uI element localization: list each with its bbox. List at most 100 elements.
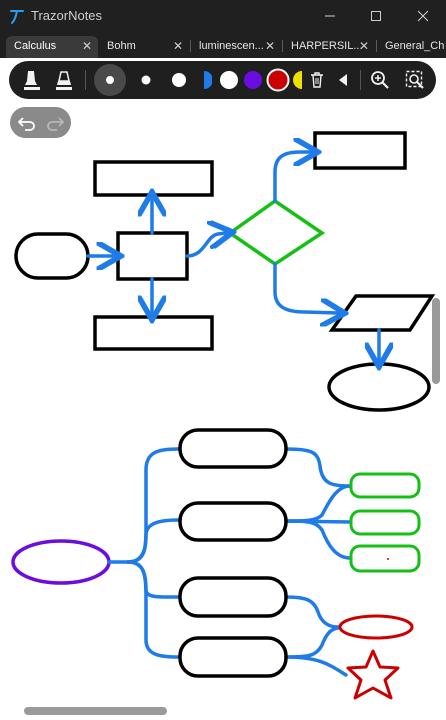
highlighter-icon xyxy=(56,71,72,90)
maximize-button[interactable] xyxy=(353,0,399,32)
top-box-shape xyxy=(93,160,214,197)
mind-node-4 xyxy=(178,636,288,678)
undo-button[interactable] xyxy=(14,110,40,135)
branch-line xyxy=(284,447,352,488)
bottom-box-shape xyxy=(93,315,214,351)
redo-button[interactable] xyxy=(42,110,68,135)
branch-line xyxy=(284,519,352,524)
toolbar-divider xyxy=(360,70,361,90)
toolbar-divider xyxy=(85,70,86,90)
leaf-node-red-ellipse xyxy=(338,614,414,640)
tab-label: luminescen... xyxy=(199,40,264,52)
flowchart xyxy=(14,131,436,412)
tab-label: Calculus xyxy=(14,40,57,52)
branch-line xyxy=(126,560,180,659)
branch-line xyxy=(126,560,180,599)
central-node-ellipse xyxy=(11,539,111,585)
delete-icon xyxy=(311,72,323,88)
lasso-select-button[interactable] xyxy=(403,61,427,99)
leaf-node-green-3 xyxy=(349,544,421,573)
start-terminal-shape xyxy=(14,232,90,280)
tab-close-icon[interactable]: ✕ xyxy=(82,36,92,56)
undo-redo-group xyxy=(10,107,71,138)
collapse-arrow-icon xyxy=(339,74,347,86)
highlighter-tool-button[interactable] xyxy=(51,61,77,99)
color-swatch-blue xyxy=(204,71,212,89)
branch-line xyxy=(284,595,340,629)
leaf-node-green-1 xyxy=(349,472,421,499)
tab-calculus[interactable]: Calculus ✕ xyxy=(6,36,98,58)
vertical-scrollbar[interactable] xyxy=(432,298,440,384)
io-parallelogram-shape xyxy=(328,294,436,332)
close-icon xyxy=(417,10,429,22)
tab-general-ch[interactable]: General_Ch xyxy=(377,36,446,58)
decision-diamond-shape xyxy=(226,198,326,267)
color-swatch-purple xyxy=(244,71,262,89)
pen-tool-button[interactable] xyxy=(19,61,45,99)
branch-line xyxy=(284,484,352,523)
redo-icon xyxy=(47,116,65,131)
process-box-shape xyxy=(116,231,189,281)
zoom-icon xyxy=(371,71,389,89)
tab-bohm[interactable]: Bohm ✕ xyxy=(99,36,189,58)
mind-map-branches xyxy=(107,447,352,677)
arrow-decision-to-io xyxy=(273,262,338,313)
top-right-box-shape xyxy=(313,131,407,170)
minimize-button[interactable] xyxy=(307,0,353,32)
arrow-decision-to-top-right xyxy=(273,152,311,203)
branch-line xyxy=(126,518,180,564)
leaf-node-green-2 xyxy=(349,509,421,536)
color-swatch-red-selected xyxy=(266,68,290,92)
minimize-icon xyxy=(325,15,335,17)
drawing-canvas[interactable] xyxy=(0,0,446,720)
stroke-large-button[interactable] xyxy=(93,61,127,99)
app-logo-icon xyxy=(10,10,24,24)
color-purple-button[interactable] xyxy=(242,61,264,99)
mind-node-2 xyxy=(178,501,288,542)
horizontal-scrollbar[interactable] xyxy=(24,707,167,715)
branch-line xyxy=(284,655,348,677)
stroke-small-button[interactable] xyxy=(167,61,191,99)
undo-icon xyxy=(17,116,35,131)
tab-luminescence[interactable]: luminescen... ✕ xyxy=(191,36,281,58)
color-white-button[interactable] xyxy=(218,61,240,99)
branch-line xyxy=(284,519,352,560)
tab-close-icon[interactable]: ✕ xyxy=(359,36,369,56)
maximize-icon xyxy=(371,11,381,21)
stroke-large-icon xyxy=(94,64,126,96)
tab-label: General_Ch xyxy=(385,40,445,52)
color-red-button[interactable] xyxy=(265,61,291,99)
app-title: TrazorNotes xyxy=(31,8,103,23)
mind-node-1 xyxy=(178,428,288,469)
stroke-medium-button[interactable] xyxy=(135,61,157,99)
stroke-medium-icon xyxy=(141,75,151,85)
color-swatch-white xyxy=(220,71,238,89)
color-blue-partial[interactable] xyxy=(203,61,213,99)
mind-node-3 xyxy=(178,576,288,618)
end-ellipse-shape xyxy=(327,362,431,412)
zoom-button[interactable] xyxy=(368,61,392,99)
tab-label: HARPERSIL... xyxy=(291,40,361,52)
tab-label: Bohm xyxy=(107,40,136,52)
lasso-select-icon xyxy=(405,70,424,89)
arrow-process-to-decision xyxy=(185,233,226,258)
pen-icon xyxy=(24,71,40,90)
delete-button[interactable] xyxy=(306,61,328,99)
title-bar: TrazorNotes xyxy=(0,0,446,32)
flowchart-arrows xyxy=(86,152,379,360)
color-swatch-yellow xyxy=(293,71,302,89)
leaf-node-red-star xyxy=(346,649,400,700)
tab-close-icon[interactable]: ✕ xyxy=(173,36,183,56)
tab-bar: Calculus ✕ Bohm ✕ luminescen... ✕ HARPER… xyxy=(0,32,446,58)
stroke-small-icon xyxy=(172,73,186,87)
tab-close-icon[interactable]: ✕ xyxy=(265,36,275,56)
color-yellow-partial[interactable] xyxy=(292,61,302,99)
tab-harpersil[interactable]: HARPERSIL... ✕ xyxy=(283,36,375,58)
mind-map xyxy=(11,428,421,700)
branch-line xyxy=(126,447,180,564)
collapse-toolbar-button[interactable] xyxy=(333,61,353,99)
close-window-button[interactable] xyxy=(400,0,446,32)
drawing-toolbar xyxy=(9,61,436,99)
branch-line xyxy=(284,626,340,659)
stray-dot xyxy=(387,558,389,560)
